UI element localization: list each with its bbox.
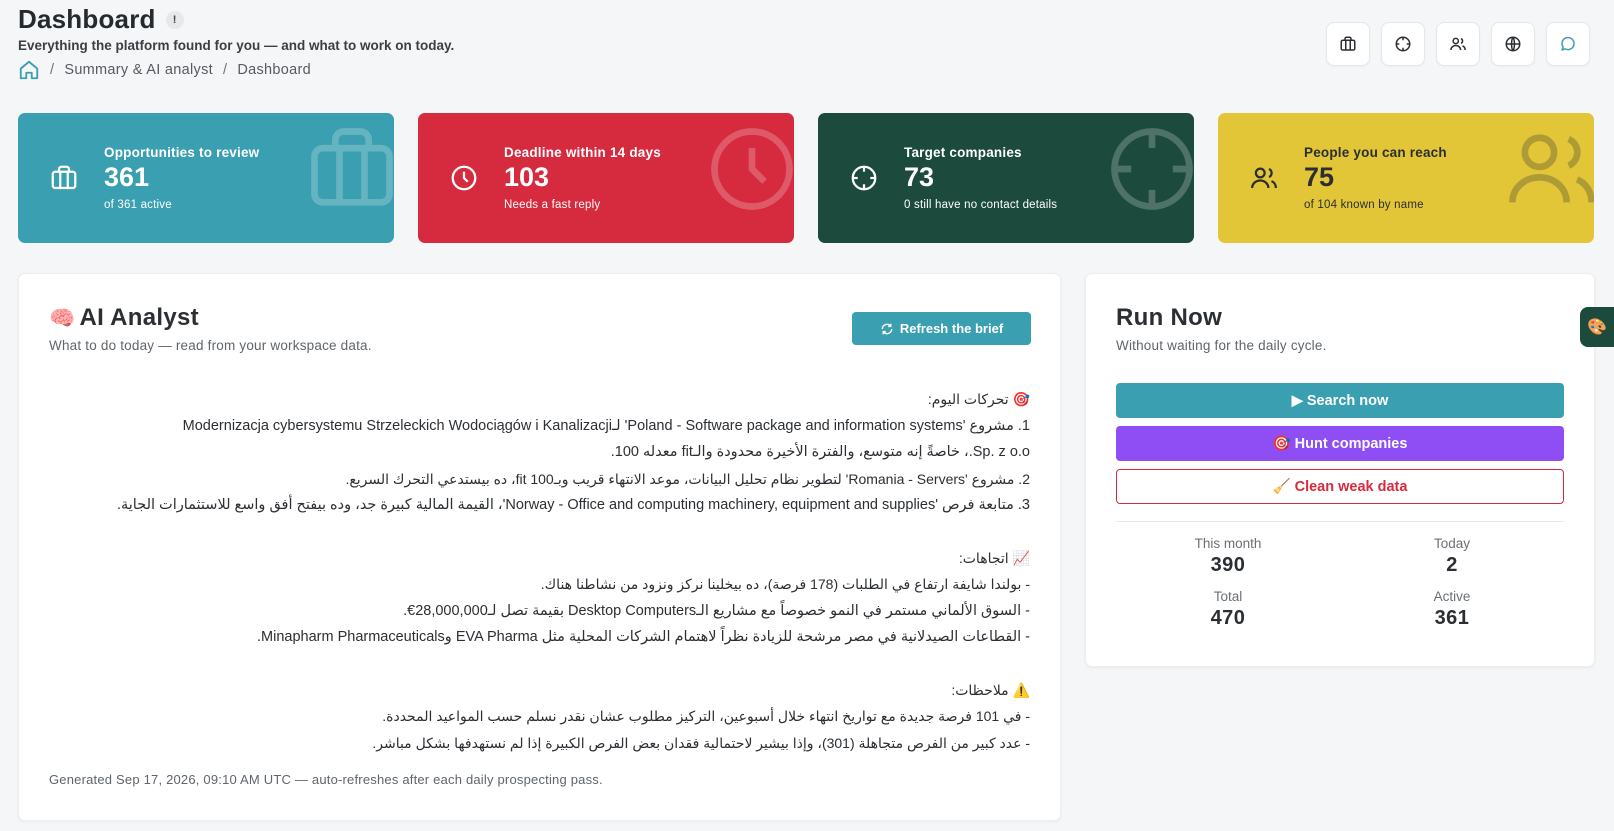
stat-label: This month	[1194, 536, 1262, 551]
search-now-button[interactable]: ▶ Search now	[1116, 383, 1564, 418]
refresh-brief-button[interactable]: Refresh the brief	[852, 312, 1031, 345]
brief-line: - عدد كبير من الفرص متجاهلة (301)، وإذا …	[372, 734, 1030, 751]
run-now-panel: Run Now Without waiting for the daily cy…	[1085, 273, 1595, 667]
clean-weak-data-button[interactable]: 🧹 Clean weak data	[1116, 469, 1564, 504]
panel-title: 🧠 AI Analyst	[49, 304, 372, 332]
theme-tab[interactable]: 🎨	[1580, 307, 1614, 347]
chat-button[interactable]	[1546, 22, 1590, 66]
top-actions	[1326, 22, 1590, 66]
targets-button[interactable]	[1381, 22, 1425, 66]
kpi-label: Opportunities to review	[104, 145, 260, 160]
kpi-sub: of 104 known by name	[1304, 199, 1424, 211]
brief-line: - القطاعات الصيدلانية في مصر مرشحة للزيا…	[257, 629, 1030, 645]
kpi-sub: 0 still have no contact details	[904, 199, 1058, 211]
stat-value: 2	[1446, 554, 1458, 576]
breadcrumb-item-dashboard: Dashboard	[237, 62, 311, 78]
refresh-icon	[881, 323, 893, 334]
crosshair-icon	[1395, 36, 1411, 52]
globe-icon	[1505, 36, 1521, 52]
run-stats: This month 390 Today 2 Total 470 Active …	[1116, 536, 1564, 630]
stat-label: Total	[1213, 589, 1243, 604]
language-button[interactable]	[1491, 22, 1535, 66]
brief-line: - في 101 فرصة جديدة مع تواريخ انتهاء خلا…	[382, 708, 1030, 724]
people-button[interactable]	[1436, 22, 1480, 66]
page-subtitle: Everything the platform found for you — …	[18, 38, 455, 53]
brain-icon: 🧠	[49, 307, 76, 330]
ai-analyst-panel: 🧠 AI Analyst What to do today — read from…	[18, 273, 1061, 821]
stat-active: Active 361	[1340, 589, 1564, 630]
panel-subtitle: Without waiting for the daily cycle.	[1116, 338, 1327, 353]
kpi-value: 73	[904, 162, 935, 192]
crosshair-icon	[851, 165, 877, 191]
hunt-companies-button[interactable]: 🎯 Hunt companies	[1116, 426, 1564, 461]
info-badge[interactable]: !	[165, 10, 184, 29]
chat-icon	[1561, 36, 1575, 51]
kpi-value: 103	[504, 162, 550, 192]
divider	[1116, 521, 1564, 522]
users-icon	[1251, 167, 1277, 189]
kpi-card-deadlines[interactable]: Deadline within 14 days 103 Needs a fast…	[418, 113, 794, 243]
stat-value: 390	[1210, 554, 1246, 576]
opportunities-button[interactable]	[1326, 22, 1370, 66]
palette-icon: 🎨	[1587, 319, 1607, 336]
brief-line: - السوق الألماني مستمر في النمو خصوصاً م…	[403, 602, 1030, 619]
clock-icon	[711, 128, 793, 210]
users-icon	[1450, 37, 1466, 51]
kpi-sub: of 361 active	[104, 199, 172, 211]
stat-this-month: This month 390	[1116, 536, 1340, 577]
brief-line: 1. مشروع 'Poland - Software package and …	[182, 417, 1030, 434]
briefcase-icon	[1340, 36, 1356, 51]
brief-line: Sp. z o.o.، خاصةً إنه متوسع، والفترة الأ…	[610, 444, 1030, 460]
breadcrumb-item-summary[interactable]: Summary & AI analyst	[64, 62, 213, 78]
brief-line: 3. متابعة فرص 'Norway - Office and compu…	[116, 497, 1030, 513]
brief-heading: 📈 اتجاهات:	[958, 549, 1030, 566]
kpi-card-opportunities[interactable]: Opportunities to review 361 of 361 activ…	[18, 113, 394, 243]
briefcase-icon	[311, 128, 393, 206]
kpi-label: People you can reach	[1304, 145, 1447, 160]
kpi-value: 361	[104, 162, 150, 192]
kpi-row: Opportunities to review 361 of 361 activ…	[18, 113, 1594, 243]
breadcrumb: / Summary & AI analyst / Dashboard	[18, 59, 454, 81]
panel-title-text: AI Analyst	[79, 304, 199, 331]
kpi-label: Deadline within 14 days	[504, 145, 661, 160]
home-icon[interactable]	[18, 59, 40, 81]
page-title: Dashboard	[18, 4, 156, 34]
brief-line: 2. مشروع 'Romania - Servers' لتطوير نظام…	[345, 470, 1030, 487]
page-header: Dashboard ! Everything the platform foun…	[18, 4, 454, 81]
kpi-card-people[interactable]: People you can reach 75 of 104 known by …	[1218, 113, 1594, 243]
panel-subtitle: What to do today — read from your worksp…	[49, 338, 372, 353]
stat-value: 470	[1210, 607, 1246, 629]
crosshair-icon	[1111, 128, 1193, 210]
stat-label: Active	[1433, 589, 1471, 604]
brief-heading: ⚠️ ملاحظات:	[951, 681, 1030, 698]
refresh-label: Refresh the brief	[899, 321, 1004, 336]
panel-title: Run Now	[1116, 304, 1223, 331]
briefcase-icon	[51, 165, 77, 190]
brief-line: - بولندا شايفة ارتفاع في الطلبات (178 فر…	[540, 576, 1030, 592]
stat-total: Total 470	[1116, 589, 1340, 630]
kpi-card-companies[interactable]: Target companies 73 0 still have no cont…	[818, 113, 1194, 243]
brief-heading: 🎯 تحركات اليوم:	[927, 391, 1030, 407]
users-icon	[1509, 134, 1594, 203]
breadcrumb-separator: /	[222, 62, 228, 78]
clock-icon	[451, 165, 477, 191]
breadcrumb-separator: /	[50, 62, 55, 78]
kpi-label: Target companies	[904, 145, 1022, 160]
analyst-brief: 🎯 تحركات اليوم: 1. مشروع 'Poland - Softw…	[49, 386, 1030, 756]
kpi-sub: Needs a fast reply	[504, 199, 601, 211]
kpi-value: 75	[1304, 162, 1335, 192]
generated-timestamp: Generated Sep 17, 2026, 09:10 AM UTC — a…	[49, 772, 603, 787]
stat-label: Today	[1433, 536, 1471, 551]
stat-value: 361	[1434, 607, 1470, 629]
stat-today: Today 2	[1340, 536, 1564, 577]
